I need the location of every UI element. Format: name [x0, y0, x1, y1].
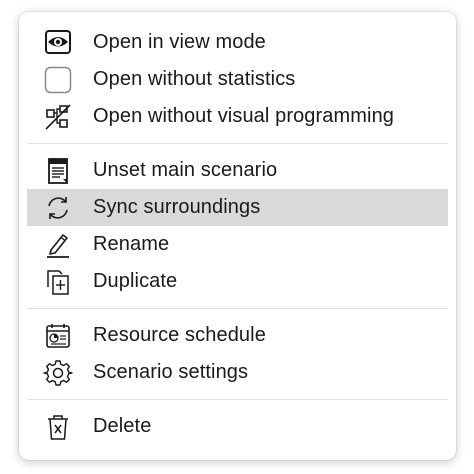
pencil-icon [41, 229, 75, 261]
menu-item-delete[interactable]: Delete [27, 408, 448, 445]
menu-item-label: Open without visual programming [93, 105, 395, 127]
menu-item-resource-schedule[interactable]: Resource schedule [27, 317, 448, 354]
menu-item-label: Delete [93, 415, 152, 437]
menu-item-duplicate[interactable]: Duplicate [27, 263, 448, 300]
menu-separator [27, 399, 448, 400]
screen: Open in view mode Open without statistic… [0, 0, 474, 474]
menu-separator [27, 308, 448, 309]
menu-item-label: Open without statistics [93, 68, 296, 90]
calendar-icon [41, 320, 75, 352]
visual-programming-off-icon [41, 101, 75, 133]
menu-separator [27, 143, 448, 144]
gear-icon [41, 357, 75, 389]
duplicate-icon [41, 266, 75, 298]
context-menu: Open in view mode Open without statistic… [19, 12, 456, 460]
document-icon [41, 155, 75, 187]
menu-item-label: Resource schedule [93, 324, 266, 346]
menu-item-label: Unset main scenario [93, 159, 278, 181]
menu-item-open-without-visual-programming[interactable]: Open without visual programming [27, 98, 448, 135]
menu-item-label: Rename [93, 233, 170, 255]
menu-item-label: Sync surroundings [93, 196, 261, 218]
sync-icon [41, 192, 75, 224]
eye-icon [41, 27, 75, 59]
menu-item-unset-main-scenario[interactable]: Unset main scenario [27, 152, 448, 189]
menu-item-rename[interactable]: Rename [27, 226, 448, 263]
trash-icon [41, 411, 75, 443]
menu-item-label: Open in view mode [93, 31, 266, 53]
menu-item-scenario-settings[interactable]: Scenario settings [27, 354, 448, 391]
menu-item-open-without-statistics[interactable]: Open without statistics [27, 61, 448, 98]
menu-item-sync-surroundings[interactable]: Sync surroundings [27, 189, 448, 226]
menu-item-label: Duplicate [93, 270, 178, 292]
menu-item-open-in-view-mode[interactable]: Open in view mode [27, 24, 448, 61]
checkbox-icon [41, 64, 75, 96]
menu-item-label: Scenario settings [93, 361, 249, 383]
